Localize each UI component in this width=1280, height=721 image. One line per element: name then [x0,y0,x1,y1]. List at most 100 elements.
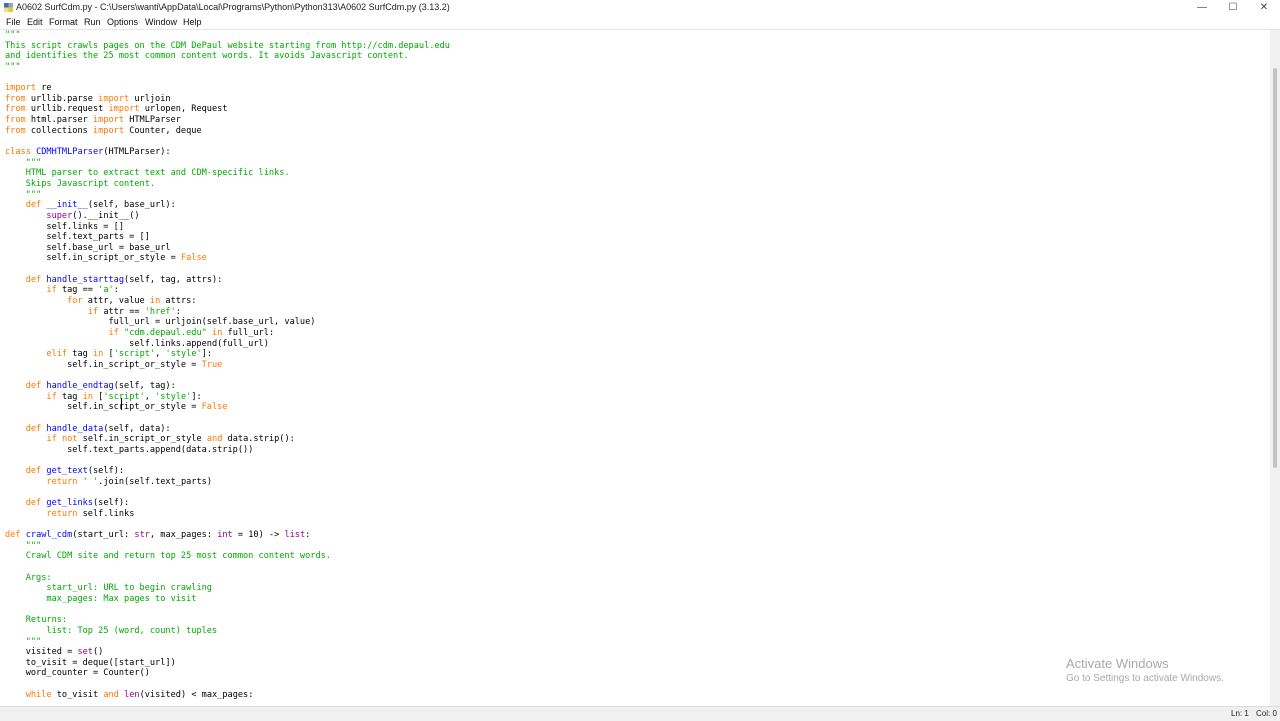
code-line[interactable]: Args: [5,573,450,584]
code-line[interactable]: return self.links [5,509,450,520]
code-line[interactable]: self.base_url = base_url [5,243,450,254]
code-line[interactable] [5,371,450,382]
code-token: 'a' [98,285,114,296]
code-line[interactable]: elif tag in ['script', 'style']: [5,349,450,360]
code-line[interactable]: """ [5,62,450,73]
menu-run[interactable]: Run [84,15,101,29]
code-line[interactable] [5,73,450,84]
code-line[interactable]: def handle_endtag(self, tag): [5,381,450,392]
code-line[interactable]: word_counter = Counter() [5,668,450,679]
code-line[interactable] [5,562,450,573]
code-token: """ [25,189,42,200]
code-line[interactable]: if tag == 'a': [5,285,450,296]
code-line[interactable] [5,679,450,690]
code-line[interactable]: super().__init__() [5,211,450,222]
code-line[interactable]: return ' '.join(self.text_parts) [5,477,450,488]
minimize-button[interactable]: — [1186,0,1218,15]
code-line[interactable]: def crawl_cdm(start_url: str, max_pages:… [5,530,450,541]
code-line[interactable]: """ [5,158,450,169]
code-line[interactable]: if not self.in_script_or_style and data.… [5,434,450,445]
code-line[interactable]: if "cdm.depaul.edu" in full_url: [5,328,450,339]
code-line[interactable]: Skips Javascript content. [5,179,450,190]
code-line[interactable]: def get_text(self): [5,466,450,477]
code-line[interactable]: Returns: [5,615,450,626]
maximize-button[interactable]: ☐ [1217,0,1249,15]
code-token: elif [46,349,68,360]
code-line[interactable] [5,488,450,499]
code-line[interactable]: from html.parser import HTMLParser [5,115,450,126]
code-line[interactable]: start_url: URL to begin crawling [5,583,450,594]
code-line[interactable]: self.in_script_or_style = False [5,253,450,264]
code-line[interactable]: """ [5,190,450,201]
code-token: tag == [56,285,99,296]
code-token: def [5,530,21,541]
code-line[interactable]: while to_visit and len(visited) < max_pa… [5,690,450,701]
code-line[interactable]: """ [5,541,450,552]
code-token: word_counter = Counter() [5,668,150,679]
code-token: self.in_script_or_style = [5,359,202,370]
code-line[interactable]: def handle_starttag(self, tag, attrs): [5,275,450,286]
vertical-scrollbar[interactable] [1270,30,1280,706]
code-line[interactable]: list: Top 25 (word, count) tuples [5,626,450,637]
code-line[interactable]: visited = set() [5,647,450,658]
code-line[interactable]: if tag in ['script', 'style']: [5,392,450,403]
code-line[interactable]: to_visit = deque([start_url]) [5,658,450,669]
code-line[interactable]: class CDMHTMLParser(HTMLParser): [5,147,450,158]
menu-window[interactable]: Window [145,15,177,29]
code-line[interactable]: """ [5,637,450,648]
menu-edit[interactable]: Edit [27,15,43,29]
code-line[interactable]: from urllib.parse import urljoin [5,94,450,105]
code-token: def [25,381,42,392]
code-token: Counter, deque [124,125,202,136]
code-line[interactable] [5,605,450,616]
code-line[interactable]: Crawl CDM site and return top 25 most co… [5,551,450,562]
close-button[interactable]: ✕ [1248,0,1280,15]
code-text[interactable]: """ This script crawls pages on the CDM D… [5,30,450,700]
code-token: ]: [201,349,213,360]
code-line[interactable] [5,264,450,275]
code-line[interactable]: self.in_script_or_style = True [5,360,450,371]
code-token: 'href' [144,306,176,317]
code-token: while [25,689,52,700]
code-line[interactable]: self.text_parts = [] [5,232,450,243]
menu-format[interactable]: Format [49,15,78,29]
code-line[interactable] [5,413,450,424]
code-line[interactable]: def handle_data(self, data): [5,424,450,435]
code-line[interactable]: and identifies the 25 most common conten… [5,51,450,62]
menu-file[interactable]: File [6,15,21,29]
code-line[interactable]: This script crawls pages on the CDM DePa… [5,41,450,52]
code-line[interactable]: self.in_script_or_style = False [5,402,450,413]
code-line[interactable]: """ [5,30,450,41]
code-line[interactable]: self.links = [] [5,222,450,233]
code-line[interactable]: def __init__(self, base_url): [5,200,450,211]
code-token: data.strip(): [222,434,295,445]
code-line[interactable]: max_pages: Max pages to visit [5,594,450,605]
code-line[interactable]: self.text_parts.append(data.strip()) [5,445,450,456]
code-token: """ [25,636,42,647]
code-line[interactable]: if attr == 'href': [5,307,450,318]
code-token: [ [93,391,104,402]
menu-options[interactable]: Options [107,15,138,29]
code-line[interactable] [5,136,450,147]
code-token: This script crawls pages on the CDM DePa… [5,40,450,51]
code-editor[interactable]: """ This script crawls pages on the CDM D… [0,30,1270,706]
code-line[interactable]: full_url = urljoin(self.base_url, value) [5,317,450,328]
code-line[interactable] [5,519,450,530]
code-line[interactable]: from urllib.request import urlopen, Requ… [5,104,450,115]
code-line[interactable]: HTML parser to extract text and CDM-spec… [5,168,450,179]
menu-help[interactable]: Help [183,15,202,29]
code-line[interactable] [5,456,450,467]
code-line[interactable]: for attr, value in attrs: [5,296,450,307]
code-token: HTMLParser [124,115,181,126]
code-line[interactable]: import re [5,83,450,94]
code-line[interactable]: from collections import Counter, deque [5,126,450,137]
code-line[interactable]: def get_links(self): [5,498,450,509]
scrollbar-thumb[interactable] [1273,68,1277,468]
code-token: () [92,647,104,658]
code-token: .join(self.text_parts) [98,476,212,487]
code-line[interactable]: self.links.append(full_url) [5,339,450,350]
